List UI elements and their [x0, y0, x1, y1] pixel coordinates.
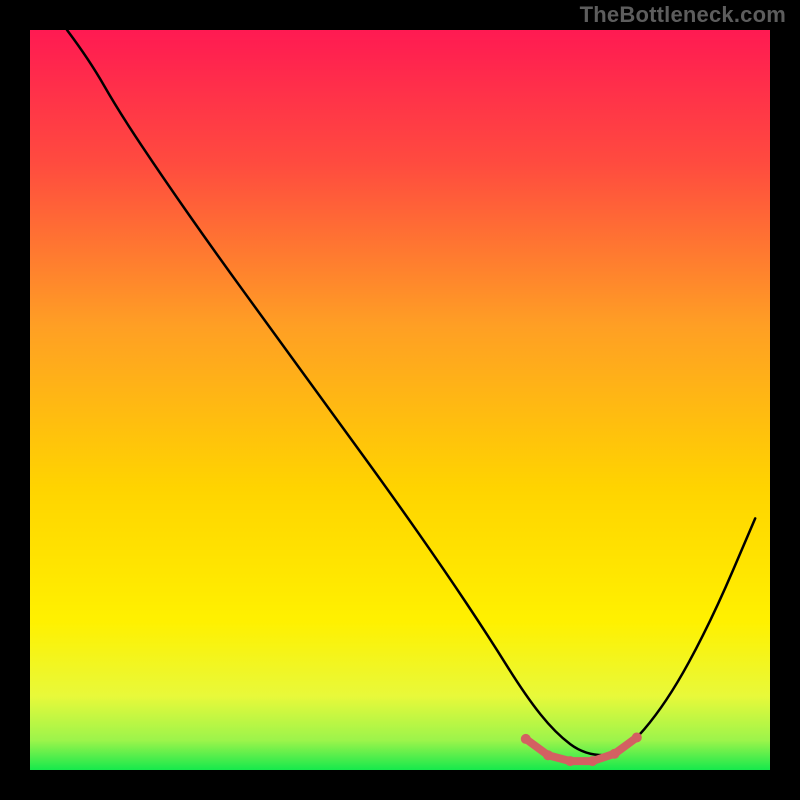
optimal-marker-dot: [565, 756, 575, 766]
optimal-marker-dot: [632, 732, 642, 742]
optimal-marker-dot: [610, 749, 620, 759]
optimal-marker-dot: [543, 750, 553, 760]
attribution-text: TheBottleneck.com: [580, 2, 786, 28]
optimal-marker-dot: [587, 756, 597, 766]
chart-plot-area: [30, 30, 770, 770]
gradient-background: [30, 30, 770, 770]
optimal-marker-dot: [521, 734, 531, 744]
chart-svg: [30, 30, 770, 770]
